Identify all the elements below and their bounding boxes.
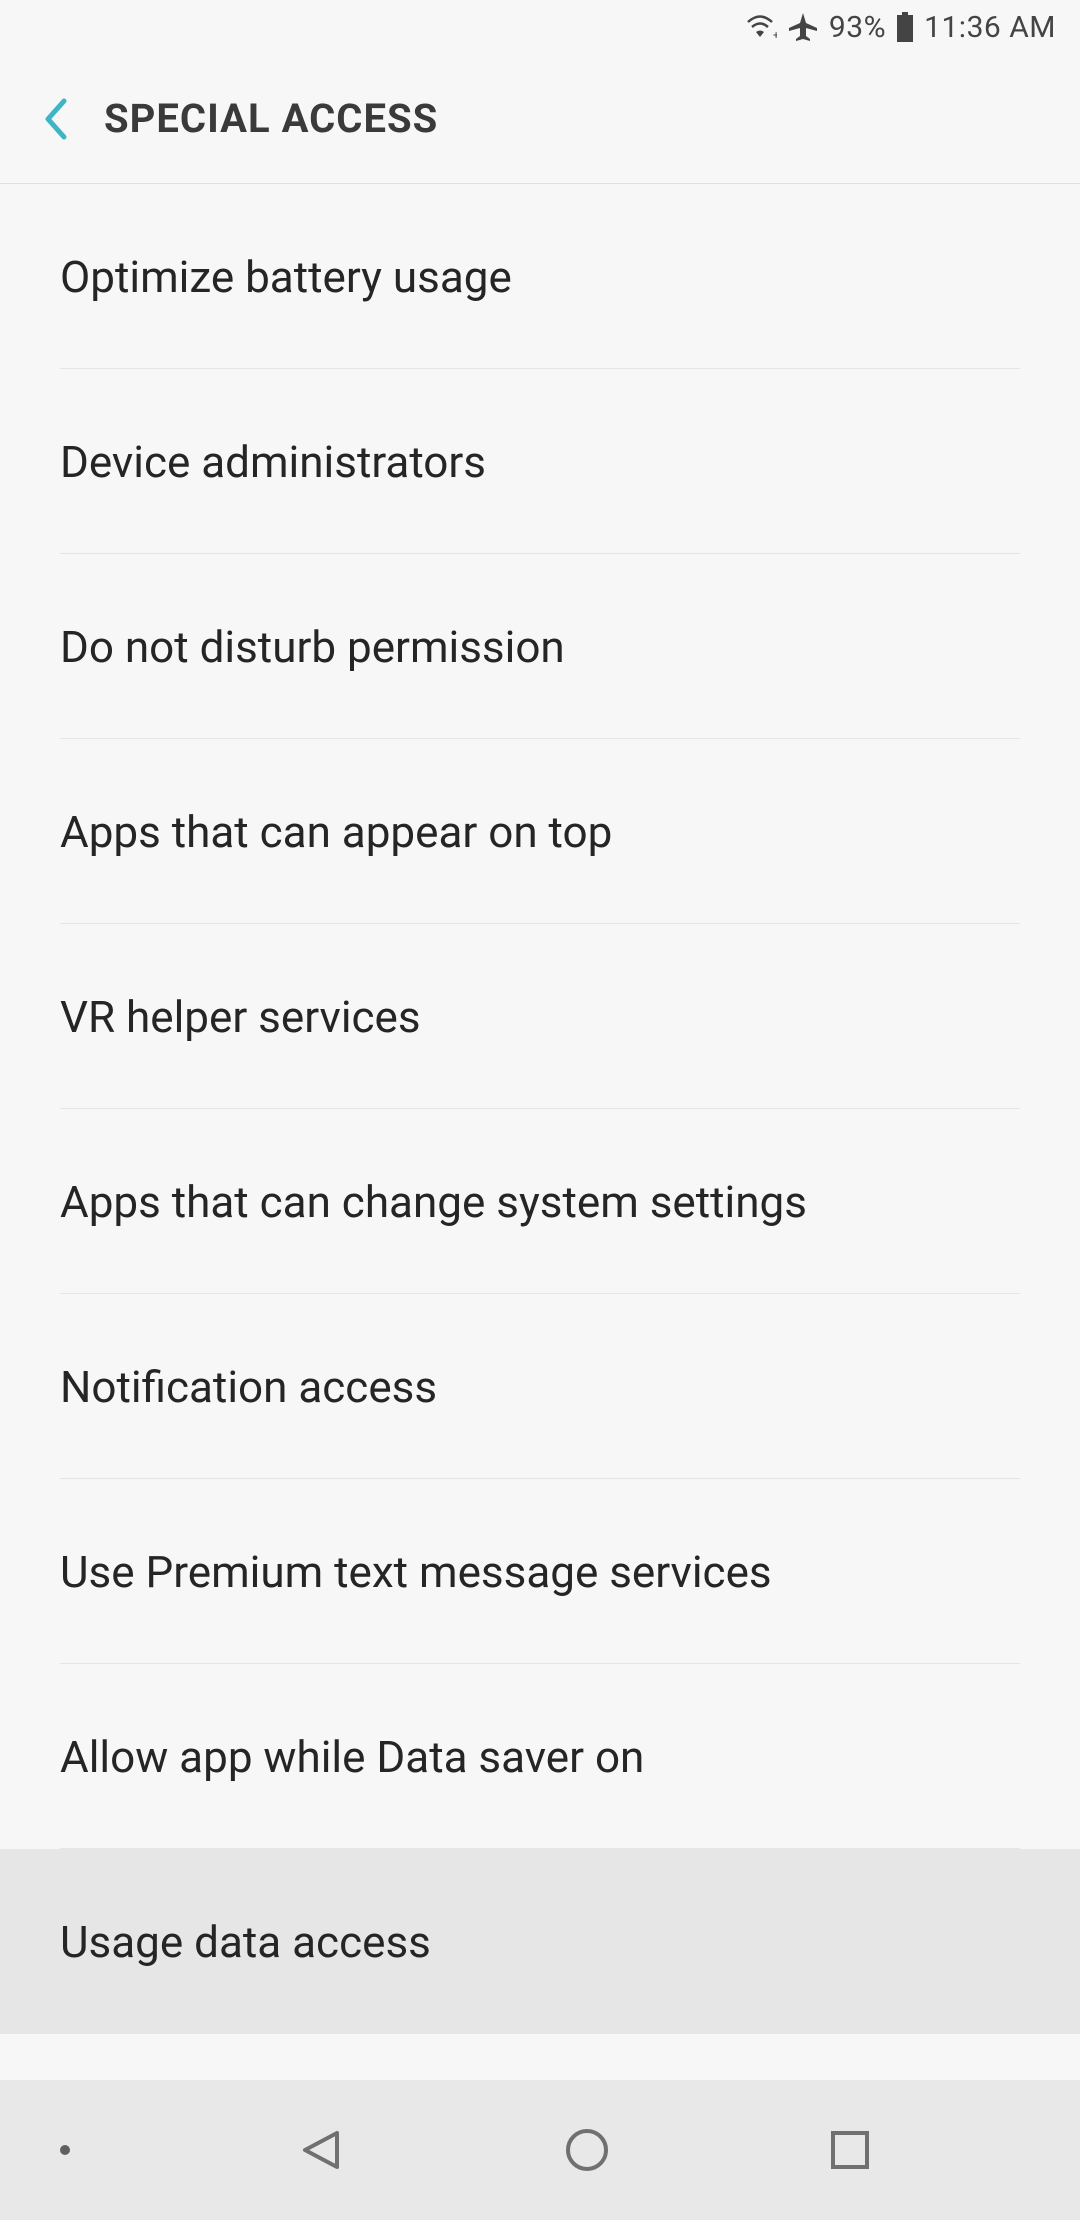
chevron-left-icon bbox=[40, 95, 72, 143]
nav-recent-button[interactable] bbox=[827, 2127, 873, 2173]
list-item-label: VR helper services bbox=[60, 991, 421, 1043]
nav-dot-icon bbox=[60, 2145, 70, 2155]
list-item[interactable]: Allow app while Data saver on bbox=[0, 1664, 1080, 1849]
square-recent-icon bbox=[827, 2127, 873, 2173]
list-item-label: Device administrators bbox=[60, 436, 486, 488]
svg-text:+: + bbox=[773, 29, 777, 41]
list-item-label: Use Premium text message services bbox=[60, 1546, 772, 1598]
list-item-label: Apps that can appear on top bbox=[60, 806, 612, 858]
list-item[interactable]: Usage data access bbox=[0, 1849, 1080, 2034]
circle-home-icon bbox=[562, 2125, 612, 2175]
list-item[interactable]: VR helper services bbox=[0, 924, 1080, 1109]
nav-home-button[interactable] bbox=[562, 2125, 612, 2175]
navigation-bar bbox=[0, 2080, 1080, 2220]
list-item-label: Allow app while Data saver on bbox=[60, 1731, 644, 1783]
settings-list: Optimize battery usage Device administrat… bbox=[0, 184, 1080, 2080]
back-button[interactable] bbox=[14, 77, 98, 161]
list-item[interactable]: Use Premium text message services bbox=[0, 1479, 1080, 1664]
list-item-label: Notification access bbox=[60, 1361, 437, 1413]
list-item[interactable]: Optimize battery usage bbox=[0, 184, 1080, 369]
battery-icon bbox=[896, 12, 914, 42]
wifi-icon: + bbox=[743, 13, 777, 41]
list-item[interactable]: Apps that can appear on top bbox=[0, 739, 1080, 924]
list-item-label: Do not disturb permission bbox=[60, 621, 565, 673]
list-item[interactable]: Do not disturb permission bbox=[0, 554, 1080, 739]
page-title: SPECIAL ACCESS bbox=[104, 95, 438, 142]
list-item-label: Apps that can change system settings bbox=[60, 1176, 807, 1228]
list-item[interactable]: Device administrators bbox=[0, 369, 1080, 554]
nav-back-button[interactable] bbox=[297, 2125, 347, 2175]
battery-percentage: 93% bbox=[829, 10, 886, 45]
status-bar: + 93% 11:36 AM bbox=[0, 0, 1080, 54]
list-item[interactable]: Notification access bbox=[0, 1294, 1080, 1479]
airplane-icon bbox=[787, 11, 819, 43]
app-bar: SPECIAL ACCESS bbox=[0, 54, 1080, 184]
list-item-label: Usage data access bbox=[60, 1916, 431, 1968]
clock-time: 11:36 AM bbox=[924, 10, 1056, 45]
triangle-back-icon bbox=[297, 2125, 347, 2175]
list-item-label: Optimize battery usage bbox=[60, 251, 512, 303]
list-item[interactable]: Apps that can change system settings bbox=[0, 1109, 1080, 1294]
